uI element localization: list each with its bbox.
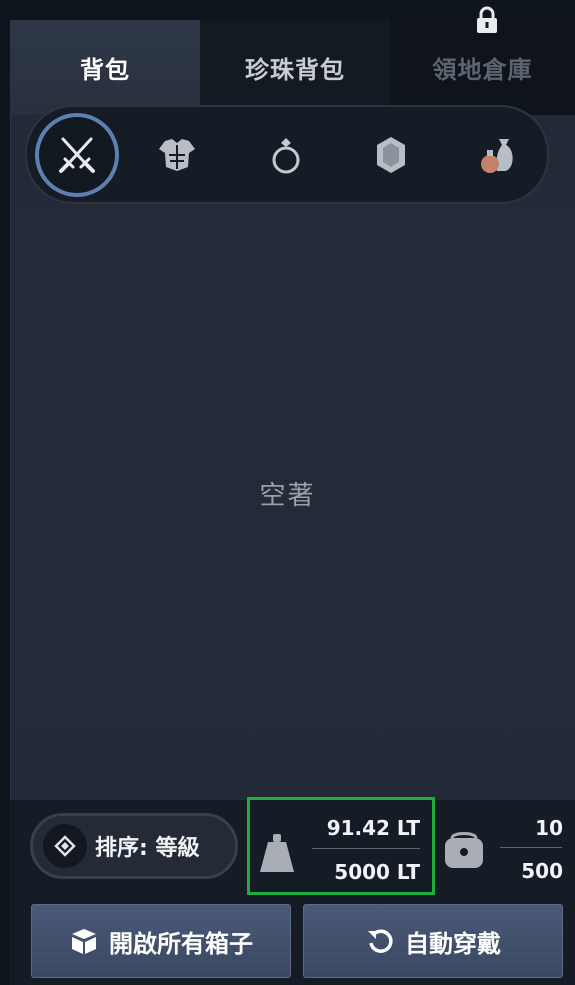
weight-divider <box>312 848 420 849</box>
weight-icon <box>260 834 294 872</box>
refresh-icon <box>368 929 393 953</box>
empty-inventory-text: 空著 <box>259 481 316 511</box>
weight-capacity: 91.42 LT 5000 LT <box>247 797 435 895</box>
sort-label: 排序: 等級 <box>95 836 200 861</box>
open-all-boxes-button[interactable]: 開啟所有箱子 <box>31 904 291 978</box>
category-gems[interactable] <box>349 113 433 197</box>
category-armor[interactable] <box>135 113 219 197</box>
slot-divider <box>500 847 562 848</box>
tab-backpack[interactable]: 背包 <box>10 20 200 115</box>
lock-icon <box>477 6 497 33</box>
category-weapons[interactable] <box>35 113 119 197</box>
auto-equip-button[interactable]: 自動穿戴 <box>303 904 563 978</box>
slot-count-current: 10 <box>535 816 563 840</box>
weight-current: 91.42 LT <box>326 816 420 840</box>
tab-pearl-backpack-label: 珍珠背包 <box>245 56 345 84</box>
tab-territory-storage[interactable]: 領地倉庫 <box>390 6 575 115</box>
armor-icon <box>159 139 195 171</box>
auto-equip-label: 自動穿戴 <box>405 929 501 958</box>
bag-slot-icon <box>445 832 483 868</box>
tab-backpack-label: 背包 <box>80 56 130 84</box>
category-accessories[interactable] <box>244 113 328 197</box>
tab-territory-storage-label: 領地倉庫 <box>432 56 533 84</box>
open-all-boxes-label: 開啟所有箱子 <box>109 929 253 958</box>
slot-count-max: 500 <box>521 859 563 883</box>
potion-bag-icon <box>481 139 513 173</box>
ring-icon <box>272 138 300 174</box>
box-icon <box>72 929 96 954</box>
inventory-tabs: 背包 珍珠背包 領地倉庫 <box>10 6 575 115</box>
category-consumables[interactable] <box>455 113 539 197</box>
tab-pearl-backpack[interactable]: 珍珠背包 <box>200 20 390 115</box>
crossed-swords-icon <box>59 137 95 173</box>
sort-button[interactable]: 排序: 等級 <box>30 813 238 879</box>
gem-icon <box>377 137 405 173</box>
sort-icon <box>43 824 87 868</box>
category-filter-bar <box>25 105 549 204</box>
weight-max: 5000 LT <box>334 860 420 884</box>
